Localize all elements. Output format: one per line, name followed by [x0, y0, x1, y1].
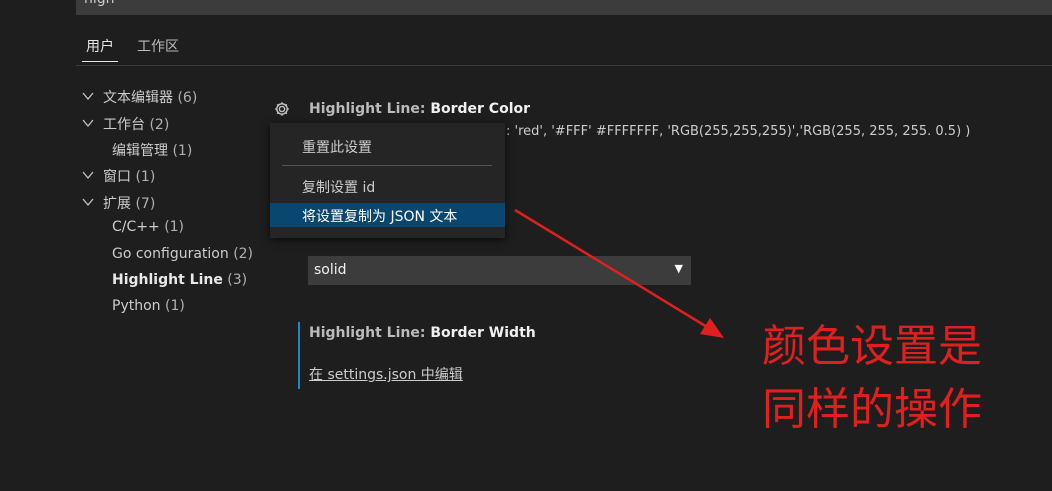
annotation-text-line-1: 颜色设置是 — [762, 321, 982, 372]
menu-item-copy-setting-id[interactable]: 复制设置 id — [270, 174, 505, 198]
annotation-text-line-2: 同样的操作 — [762, 384, 982, 435]
menu-item-copy-as-json[interactable]: 将设置复制为 JSON 文本 — [270, 203, 505, 227]
context-menu: 重置此设置 复制设置 id 将设置复制为 JSON 文本 — [270, 123, 505, 238]
menu-item-reset-setting[interactable]: 重置此设置 — [270, 134, 505, 158]
menu-separator — [282, 165, 492, 166]
